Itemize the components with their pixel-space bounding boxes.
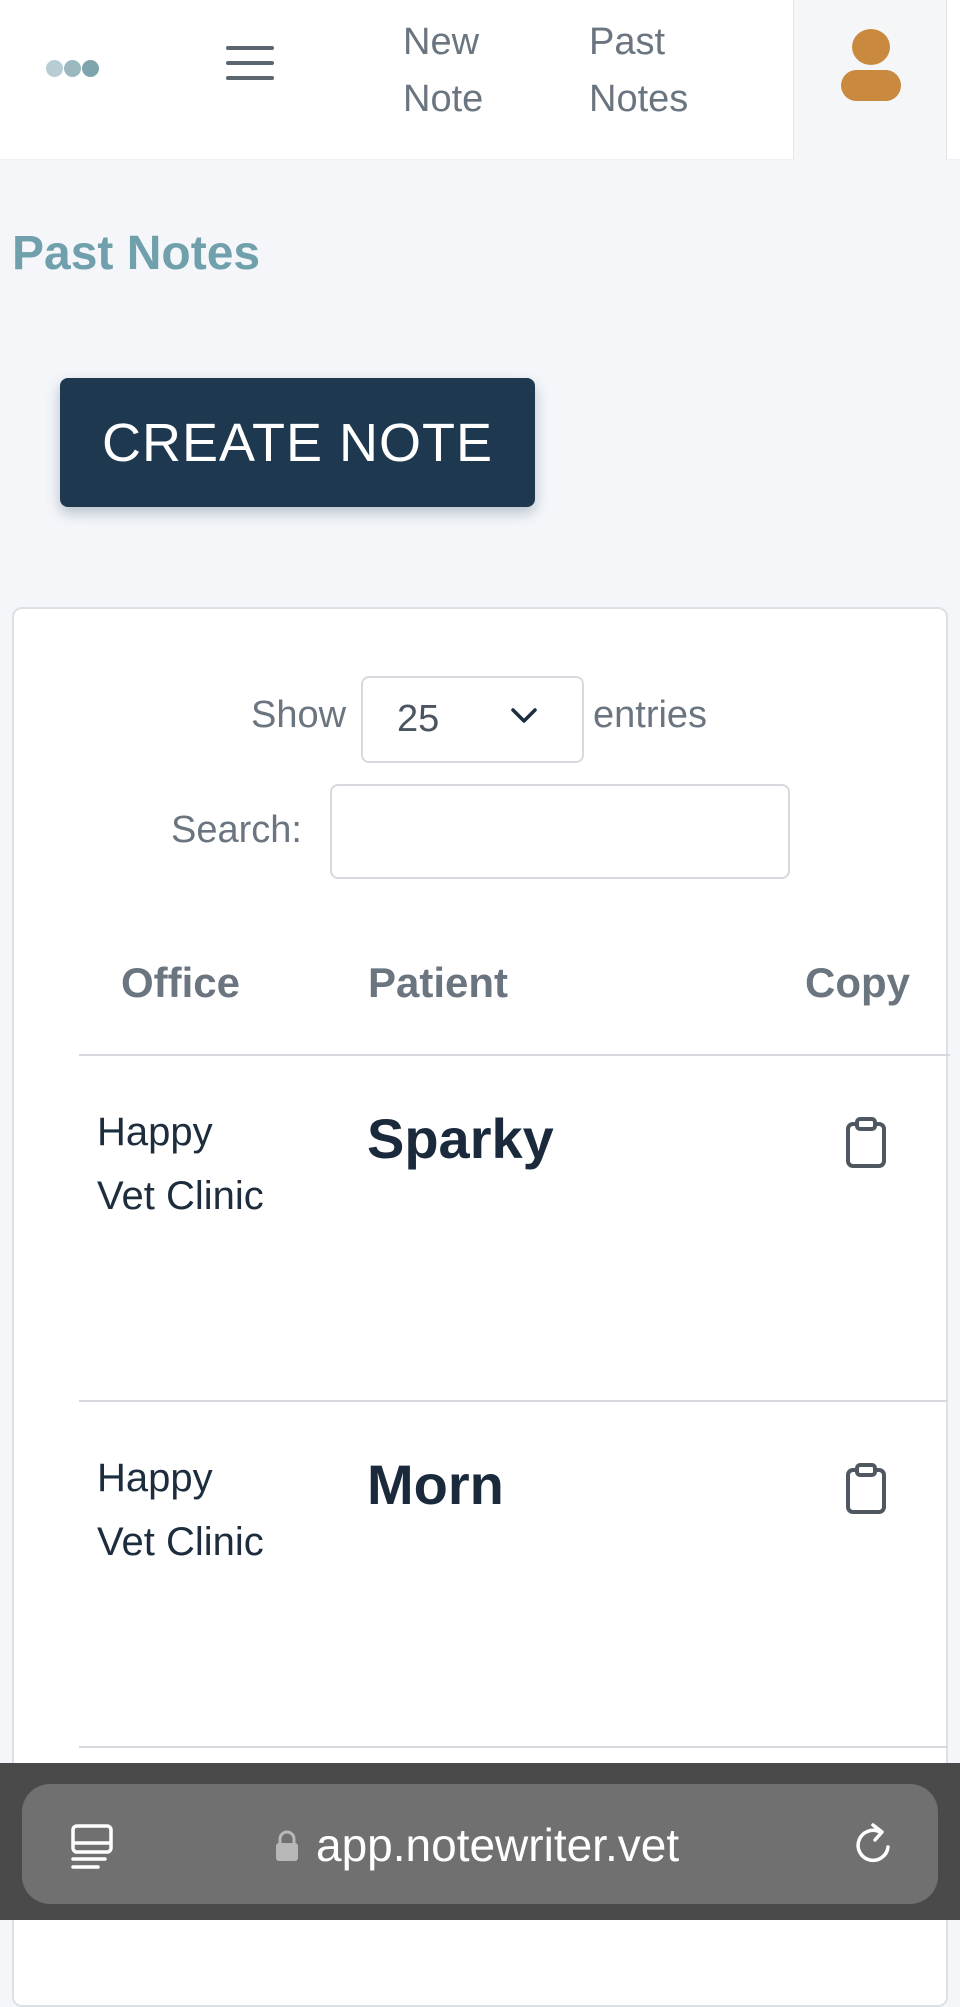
office-text: Happy	[97, 1110, 213, 1154]
table-row[interactable]: Happy Vet Clinic Sparky	[14, 1056, 948, 1402]
clipboard-icon[interactable]	[844, 1463, 888, 1515]
search-label: Search:	[171, 809, 302, 851]
office-text: Vet Clinic	[97, 1174, 264, 1218]
nav-link-label: Note	[403, 78, 484, 120]
page-title: Past Notes	[12, 227, 261, 280]
column-header-office[interactable]: Office	[121, 959, 240, 1007]
logo-dot	[64, 60, 81, 77]
logo-dot	[46, 60, 63, 77]
nav-link-label: New	[403, 21, 480, 63]
office-cell: Happy Vet Clinic	[97, 1100, 337, 1228]
entries-select-value: 25	[397, 698, 440, 740]
office-cell: Happy Vet Clinic	[97, 1446, 337, 1574]
top-navigation: New Note Past Notes	[0, 0, 960, 160]
patient-cell[interactable]: Sparky	[367, 1106, 554, 1171]
nav-link-new-note[interactable]: New Note	[403, 14, 543, 128]
logo-dot	[82, 60, 99, 77]
search-input[interactable]	[330, 784, 790, 879]
table-row[interactable]: Happy Vet Clinic Morn	[14, 1402, 948, 1748]
create-note-button[interactable]: CREATE NOTE	[60, 378, 535, 507]
nav-link-past-notes[interactable]: Past Notes	[589, 14, 729, 128]
tabs-icon[interactable]	[70, 1822, 114, 1870]
office-text: Happy	[97, 1456, 213, 1500]
user-avatar-icon-body	[841, 70, 901, 101]
show-label: Show	[251, 694, 347, 736]
nav-link-label: Notes	[589, 78, 689, 120]
user-avatar-icon	[852, 29, 890, 65]
clipboard-icon[interactable]	[844, 1117, 888, 1169]
patient-cell[interactable]: Morn	[367, 1452, 504, 1517]
chevron-down-icon	[511, 708, 537, 723]
reload-icon[interactable]	[850, 1820, 898, 1870]
address-bar[interactable]: app.notewriter.vet	[22, 1784, 938, 1904]
hamburger-icon[interactable]	[224, 46, 276, 84]
column-header-copy[interactable]: Copy	[805, 959, 910, 1007]
lock-icon	[276, 1830, 298, 1861]
user-avatar-button[interactable]	[793, 0, 947, 160]
column-header-patient[interactable]: Patient	[368, 959, 508, 1007]
browser-toolbar: app.notewriter.vet	[0, 1763, 960, 1920]
entries-select[interactable]: 25	[361, 676, 584, 763]
dots-logo-icon[interactable]	[46, 60, 106, 80]
url-text[interactable]: app.notewriter.vet	[316, 1818, 679, 1872]
nav-link-label: Past	[589, 21, 666, 63]
row-divider	[79, 1746, 948, 1748]
entries-label: entries	[593, 694, 708, 736]
office-text: Vet Clinic	[97, 1520, 264, 1564]
